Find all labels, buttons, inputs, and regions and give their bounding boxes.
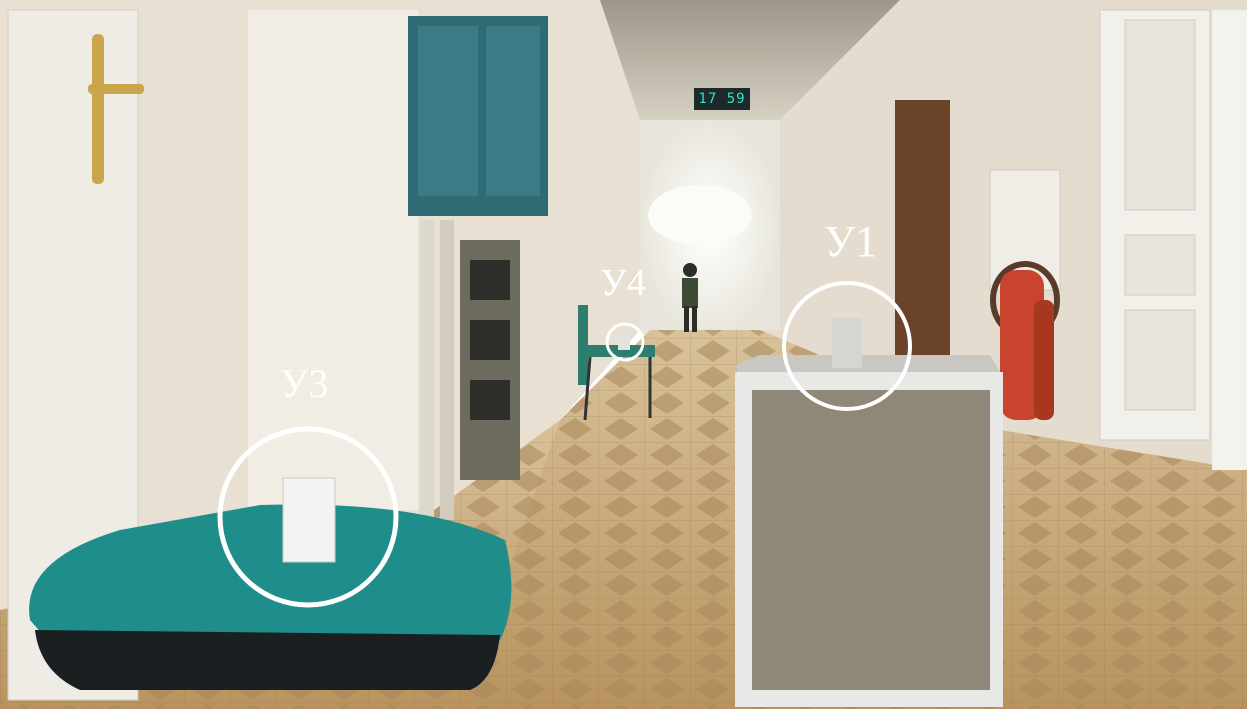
person-head [683, 263, 697, 277]
sensor-y3 [282, 477, 336, 563]
stool-base [35, 630, 500, 690]
sensor-y1 [832, 318, 862, 368]
door-handle [88, 84, 144, 94]
label-y3: У3 [280, 361, 329, 406]
corridor-photo: 17 59 У1 У3 У4 [0, 0, 1247, 709]
corridor-scene [0, 0, 1247, 709]
door-handle-plate [92, 34, 104, 184]
label-y4: У4 [600, 262, 646, 304]
digital-clock: 17 59 [694, 88, 750, 110]
label-y1: У1 [824, 217, 878, 266]
